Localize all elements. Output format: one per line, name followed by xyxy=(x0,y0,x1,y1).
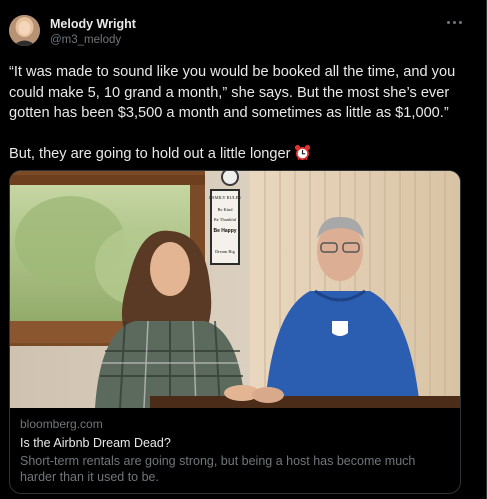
sign-text: Dream Big xyxy=(215,249,236,254)
tweet[interactable]: Melody Wright @m3_melody “It was made to… xyxy=(0,0,487,499)
alarm-clock-icon xyxy=(294,144,311,168)
link-card[interactable]: FAMILY RULES Be Kind Be Thankful Be Happ… xyxy=(9,170,461,494)
author-handle[interactable]: @m3_melody xyxy=(50,34,121,46)
author-name[interactable]: Melody Wright xyxy=(50,17,136,31)
link-title[interactable]: Is the Airbnb Dream Dead? xyxy=(20,434,450,452)
article-image: FAMILY RULES Be Kind Be Thankful Be Happ… xyxy=(10,171,460,408)
link-card-meta[interactable]: bloomberg.com Is the Airbnb Dream Dead? … xyxy=(20,416,450,485)
tweet-paragraph: But, they are going to hold out a little… xyxy=(9,144,464,168)
tweet-paragraph-text: But, they are going to hold out a little… xyxy=(9,145,291,162)
avatar[interactable] xyxy=(9,15,40,46)
sign-text: Be Thankful xyxy=(214,217,237,222)
link-description: Short-term rentals are going strong, but… xyxy=(20,454,416,484)
tweet-paragraph: “It was made to sound like you would be … xyxy=(9,64,456,121)
more-options-icon[interactable] xyxy=(444,12,464,32)
sign-text: Be Kind xyxy=(217,207,233,212)
tweet-text: “It was made to sound like you would be … xyxy=(9,62,464,167)
sign-text: Be Happy xyxy=(213,228,236,234)
sign-text: FAMILY RULES xyxy=(209,195,241,200)
link-domain[interactable]: bloomberg.com xyxy=(20,416,450,432)
